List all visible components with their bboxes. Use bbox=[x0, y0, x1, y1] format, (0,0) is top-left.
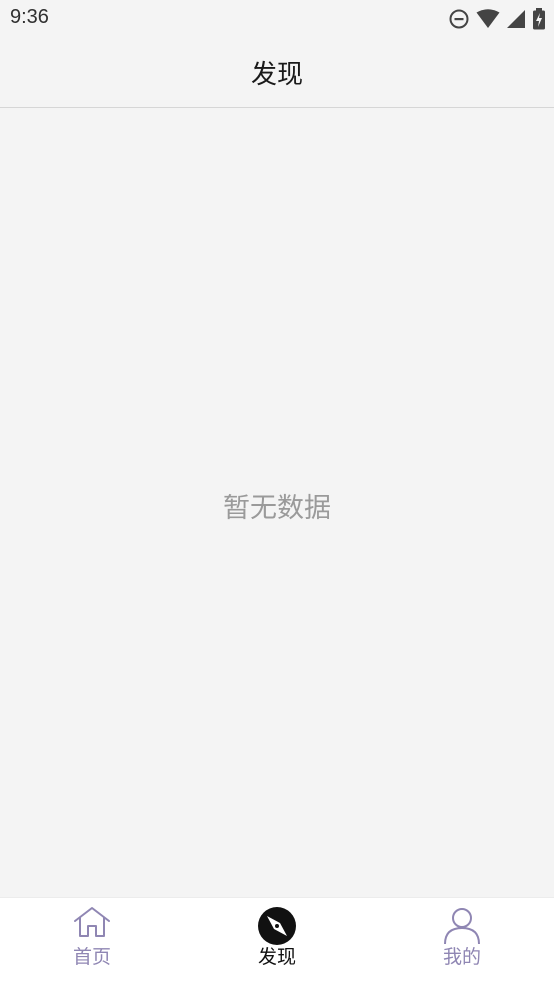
home-icon bbox=[72, 906, 112, 942]
tab-mine-label: 我的 bbox=[442, 946, 481, 968]
main-content: 暂无数据 bbox=[0, 108, 554, 897]
status-time: 9:36 bbox=[10, 6, 49, 28]
app-header: 发现 bbox=[0, 38, 554, 108]
tab-home-label: 首页 bbox=[72, 946, 111, 968]
do-not-disturb-icon bbox=[448, 8, 470, 30]
tab-mine[interactable]: 我的 bbox=[370, 898, 554, 985]
status-icons bbox=[448, 7, 546, 31]
tab-discover-label: 发现 bbox=[257, 946, 296, 968]
page-title: 发现 bbox=[250, 60, 303, 90]
signal-icon bbox=[506, 9, 526, 29]
tab-home[interactable]: 首页 bbox=[0, 898, 184, 985]
empty-state-text: 暂无数据 bbox=[223, 493, 331, 524]
bottom-tab-bar: 首页 发现 我的 bbox=[0, 897, 554, 985]
wifi-icon bbox=[476, 9, 500, 29]
tab-discover[interactable]: 发现 bbox=[185, 898, 369, 985]
battery-charging-icon bbox=[532, 8, 546, 30]
status-bar: 9:36 bbox=[0, 0, 554, 38]
